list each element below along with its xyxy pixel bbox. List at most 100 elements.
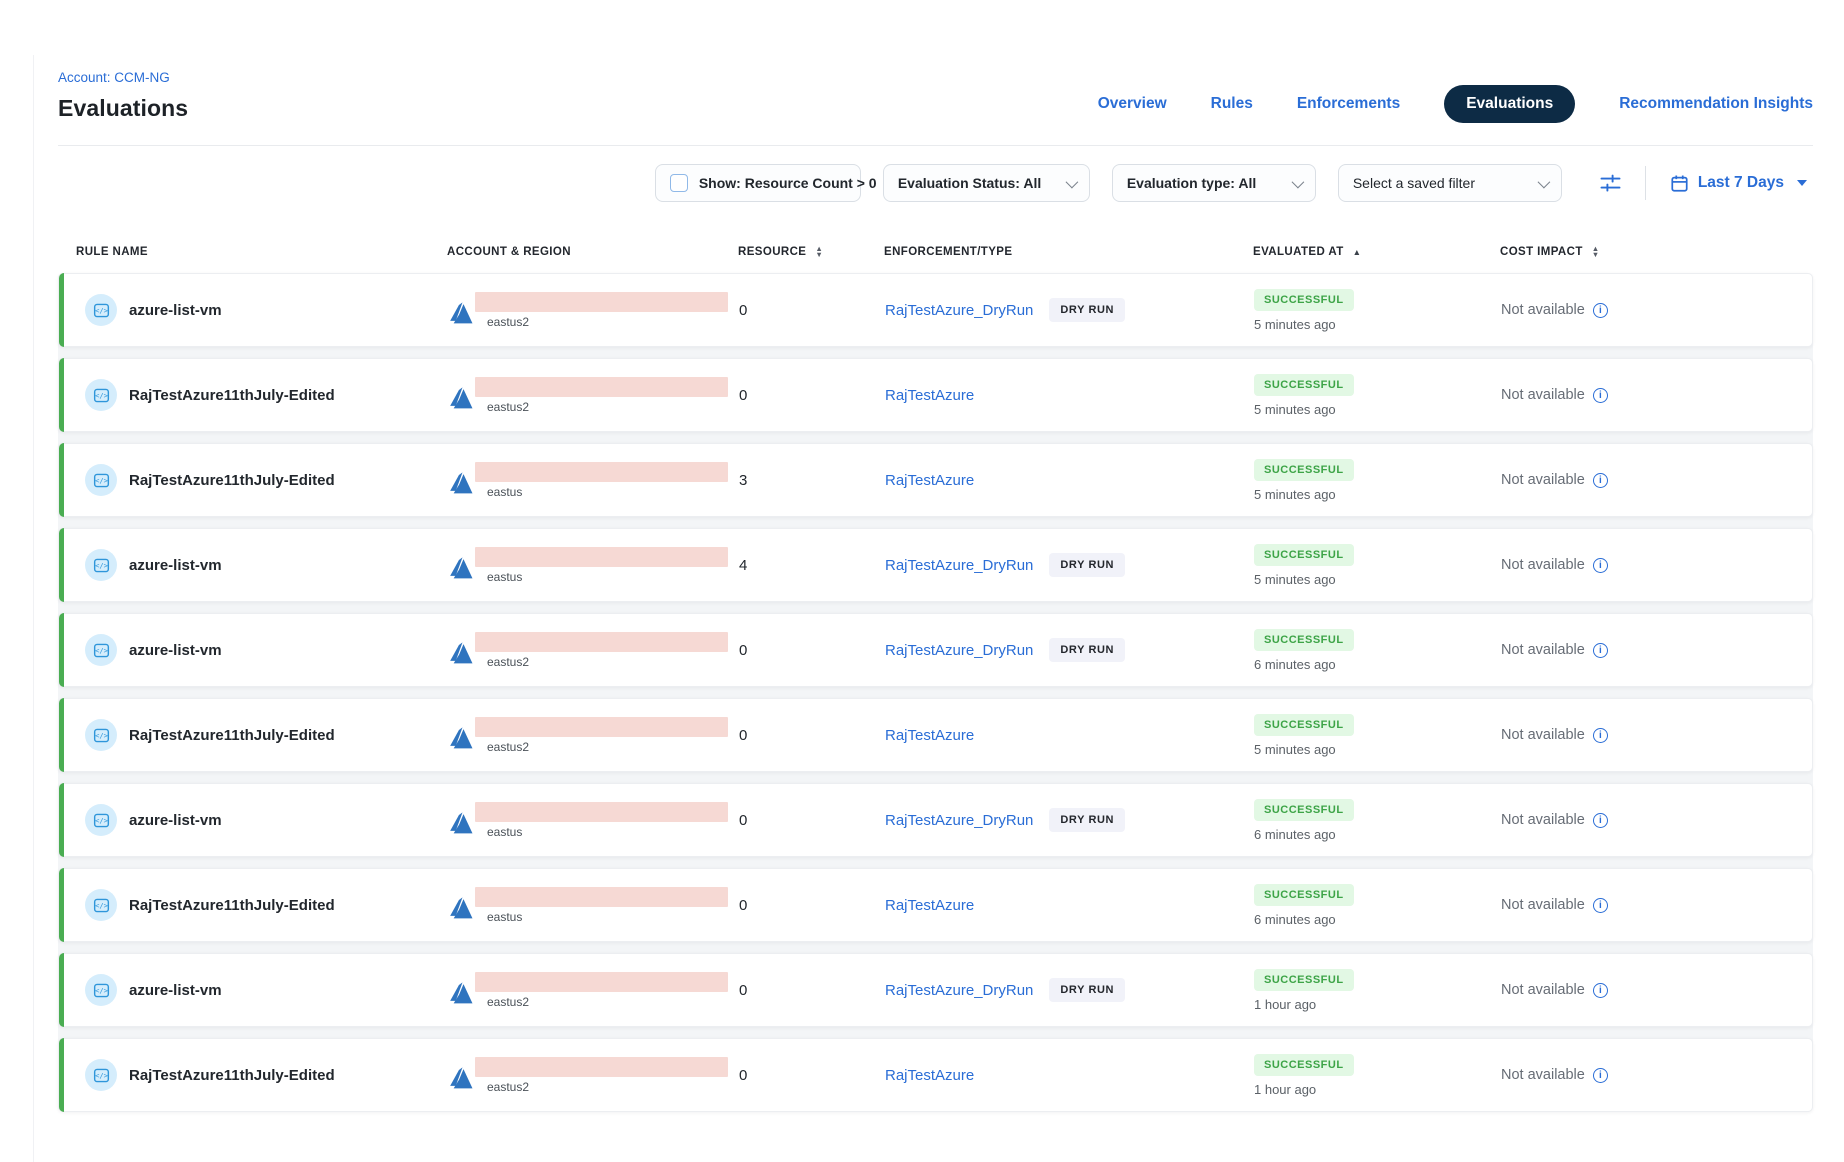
resource-count-checkbox[interactable]: [670, 174, 688, 192]
rule-cell: </> RajTestAzure11thJuly-Edited: [85, 719, 448, 751]
rule-name: RajTestAzure11thJuly-Edited: [129, 472, 335, 489]
enforcement-link[interactable]: RajTestAzure_DryRun: [885, 557, 1033, 574]
info-icon[interactable]: [1593, 558, 1608, 573]
enforcement-link[interactable]: RajTestAzure_DryRun: [885, 302, 1033, 319]
account-region-cell: eastus: [448, 802, 739, 839]
cost-impact-value: Not available: [1501, 982, 1585, 998]
info-icon[interactable]: [1593, 388, 1608, 403]
resource-count-label: Show: Resource Count > 0: [699, 175, 877, 191]
rule-name: RajTestAzure11thJuly-Edited: [129, 387, 335, 404]
show-resource-count-filter[interactable]: Show: Resource Count > 0: [655, 164, 861, 202]
svg-text:</>: </>: [95, 986, 108, 995]
filter-settings-button[interactable]: [1600, 174, 1621, 193]
region-label: eastus2: [487, 400, 728, 414]
saved-filter-dropdown[interactable]: Select a saved filter: [1338, 164, 1562, 202]
evaluation-type-dropdown[interactable]: Evaluation type: All: [1112, 164, 1316, 202]
resource-count: 0: [739, 982, 885, 999]
table-row[interactable]: </> azure-list-vm eastus 0 RajTestAzure_…: [58, 783, 1813, 857]
redacted-account-name: [475, 972, 728, 992]
cost-impact-cell: Not available: [1501, 812, 1812, 828]
rule-icon: </>: [85, 719, 117, 751]
evaluated-at-cell: SUCCESSFUL 5 minutes ago: [1254, 289, 1501, 332]
region-label: eastus2: [487, 740, 728, 754]
date-range-picker[interactable]: Last 7 Days: [1670, 174, 1807, 193]
tab-enforcements[interactable]: Enforcements: [1297, 95, 1400, 113]
redacted-account-name: [475, 887, 728, 907]
evaluated-time: 5 minutes ago: [1254, 317, 1336, 332]
info-icon[interactable]: [1593, 1068, 1608, 1083]
cost-impact-cell: Not available: [1501, 727, 1812, 743]
table-row[interactable]: </> RajTestAzure11thJuly-Edited eastus2 …: [58, 1038, 1813, 1112]
account-breadcrumb[interactable]: Account: CCM-NG: [58, 70, 188, 86]
table-row[interactable]: </> RajTestAzure11thJuly-Edited eastus 0…: [58, 868, 1813, 942]
resource-count: 0: [739, 1067, 885, 1084]
sort-icon[interactable]: ▲▼: [1592, 246, 1600, 259]
table-row[interactable]: </> RajTestAzure11thJuly-Edited eastus2 …: [58, 358, 1813, 432]
info-icon[interactable]: [1593, 813, 1608, 828]
svg-text:</>: </>: [95, 561, 108, 570]
cost-impact-value: Not available: [1501, 387, 1585, 403]
column-evaluated-at[interactable]: EVALUATED AT ▲: [1253, 244, 1500, 260]
tab-evaluations[interactable]: Evaluations: [1444, 85, 1575, 123]
enforcement-link[interactable]: RajTestAzure: [885, 387, 974, 404]
tab-overview[interactable]: Overview: [1098, 95, 1167, 113]
cost-impact-value: Not available: [1501, 812, 1585, 828]
info-icon[interactable]: [1593, 728, 1608, 743]
table-row[interactable]: </> RajTestAzure11thJuly-Edited eastus 3…: [58, 443, 1813, 517]
info-icon[interactable]: [1593, 983, 1608, 998]
table-row[interactable]: </> azure-list-vm eastus2 0 RajTestAzure…: [58, 613, 1813, 687]
svg-text:</>: </>: [95, 391, 108, 400]
table-row[interactable]: </> azure-list-vm eastus2 0 RajTestAzure…: [58, 953, 1813, 1027]
status-badge: SUCCESSFUL: [1254, 544, 1354, 566]
table-row[interactable]: </> RajTestAzure11thJuly-Edited eastus2 …: [58, 698, 1813, 772]
enforcement-link[interactable]: RajTestAzure_DryRun: [885, 982, 1033, 999]
info-icon[interactable]: [1593, 303, 1608, 318]
evaluated-at-cell: SUCCESSFUL 5 minutes ago: [1254, 459, 1501, 502]
dry-run-badge: DRY RUN: [1049, 808, 1125, 832]
resource-count: 0: [739, 727, 885, 744]
azure-icon: [448, 556, 474, 580]
cost-impact-value: Not available: [1501, 472, 1585, 488]
rule-name: RajTestAzure11thJuly-Edited: [129, 1067, 335, 1084]
account-region-cell: eastus: [448, 887, 739, 924]
evaluated-at-cell: SUCCESSFUL 5 minutes ago: [1254, 374, 1501, 417]
redacted-account-name: [475, 547, 728, 567]
enforcement-link[interactable]: RajTestAzure: [885, 897, 974, 914]
rule-icon: </>: [85, 1059, 117, 1091]
table-row[interactable]: </> azure-list-vm eastus2 0 RajTestAzure…: [58, 273, 1813, 347]
column-cost-impact[interactable]: COST IMPACT ▲▼: [1500, 244, 1813, 260]
tab-recommendation-insights[interactable]: Recommendation Insights: [1619, 95, 1813, 113]
svg-text:</>: </>: [95, 901, 108, 910]
date-range-value: Last 7 Days: [1698, 174, 1784, 192]
info-icon[interactable]: [1593, 473, 1608, 488]
enforcement-link[interactable]: RajTestAzure_DryRun: [885, 642, 1033, 659]
column-resource[interactable]: RESOURCE ▲▼: [738, 244, 884, 260]
account-region-cell: eastus2: [448, 1057, 739, 1094]
rule-cell: </> RajTestAzure11thJuly-Edited: [85, 379, 448, 411]
rule-icon: </>: [85, 549, 117, 581]
column-enforcement-type: ENFORCEMENT/TYPE: [884, 244, 1253, 260]
sort-asc-icon[interactable]: ▲: [1353, 244, 1362, 260]
enforcement-link[interactable]: RajTestAzure: [885, 472, 974, 489]
redacted-account-name: [475, 377, 728, 397]
evaluation-status-dropdown[interactable]: Evaluation Status: All: [883, 164, 1090, 202]
cost-impact-value: Not available: [1501, 302, 1585, 318]
enforcement-link[interactable]: RajTestAzure: [885, 1067, 974, 1084]
azure-icon: [448, 1066, 474, 1090]
enforcement-link[interactable]: RajTestAzure_DryRun: [885, 812, 1033, 829]
page-header: Account: CCM-NG Evaluations Overview Rul…: [58, 0, 1813, 124]
table-row[interactable]: </> azure-list-vm eastus 4 RajTestAzure_…: [58, 528, 1813, 602]
resource-count: 4: [739, 557, 885, 574]
enforcement-cell: RajTestAzure_DryRun DRY RUN: [885, 808, 1254, 832]
enforcement-link[interactable]: RajTestAzure: [885, 727, 974, 744]
resource-count: 0: [739, 897, 885, 914]
sort-icon[interactable]: ▲▼: [815, 246, 823, 259]
tab-rules[interactable]: Rules: [1211, 95, 1253, 113]
cost-impact-value: Not available: [1501, 727, 1585, 743]
info-icon[interactable]: [1593, 898, 1608, 913]
rule-icon: </>: [85, 634, 117, 666]
status-badge: SUCCESSFUL: [1254, 1054, 1354, 1076]
account-region-cell: eastus2: [448, 972, 739, 1009]
info-icon[interactable]: [1593, 643, 1608, 658]
dry-run-badge: DRY RUN: [1049, 553, 1125, 577]
